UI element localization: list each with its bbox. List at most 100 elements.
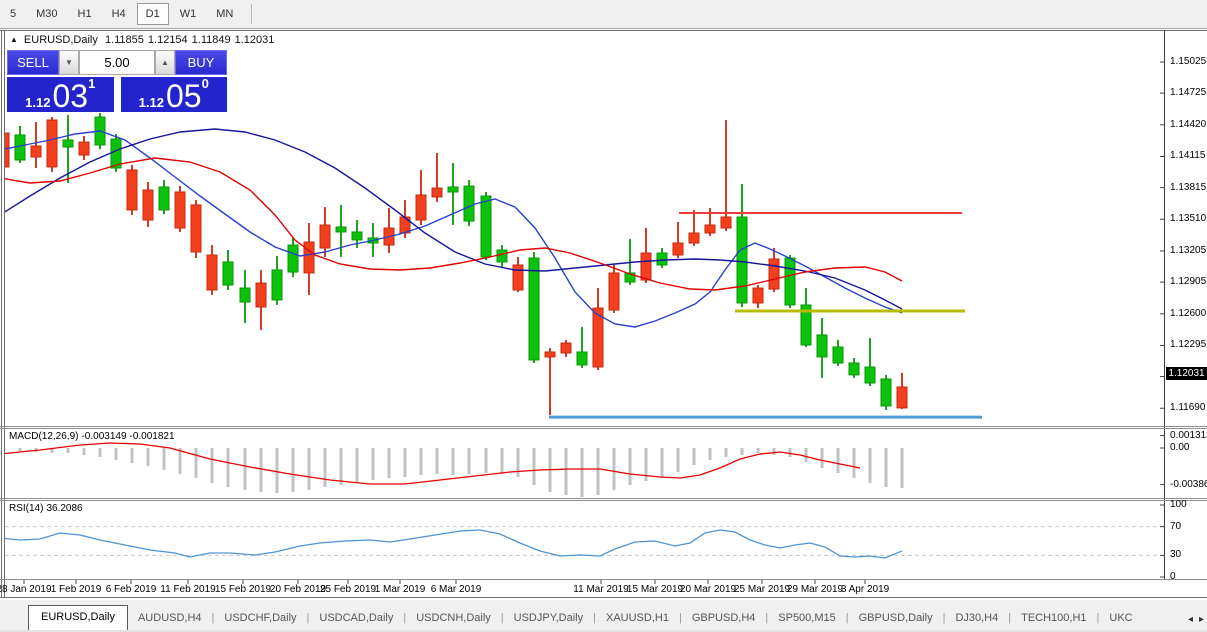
timeframe-button-h4[interactable]: H4 [103,3,135,25]
candle-body [640,252,652,281]
chart-ohlc-header: ▲ EURUSD,Daily 1.11855 1.12154 1.11849 1.120… [10,34,278,46]
sell-price-sup: 1 [88,76,96,91]
chart-symbol-label: EURUSD,Daily [23,34,98,46]
ma-navy-slow [5,128,903,310]
volume-increase-button[interactable]: ▲ [155,50,175,75]
macd-bar [387,448,391,478]
macd-bar [612,448,616,490]
macd-bar [451,448,455,475]
tab-gbpusd-daily[interactable]: GBPUSD,Daily [849,607,943,630]
main-plot[interactable] [0,112,982,419]
rsi-tick-label: 100 [1170,499,1187,510]
timeframe-button-w1[interactable]: W1 [171,3,206,25]
tab-scroll-buttons: ◂ ▸ [1182,614,1204,625]
macd-bar [836,448,840,473]
timeframe-button-m30[interactable]: M30 [27,3,66,25]
macd-bar [516,448,520,477]
tab-xauusd-h1[interactable]: XAUUSD,H1 [596,607,679,630]
date-label: 15 Feb 2019 [214,584,272,595]
tab-tech100-h1[interactable]: TECH100,H1 [1011,607,1096,630]
price-tick-label: 1.14420 [1170,118,1207,130]
macd-bar [18,448,22,452]
candle-body [126,169,138,211]
macd-bar [178,448,182,475]
candle-body [704,224,716,234]
buy-price-small: 1.12 [138,95,164,110]
candle-body [431,187,443,198]
sell-price-box[interactable]: 1.12 03 1 [7,77,114,112]
rsi-value: 36.2086 [46,503,83,514]
tab-scroll-right-icon[interactable]: ▸ [1199,614,1204,625]
macd-bar [852,448,856,478]
buy-button[interactable]: BUY [175,50,227,75]
ohlc-high: 1.12154 [147,34,188,46]
macd-bar [900,448,904,488]
date-label: 1 Feb 2019 [50,584,102,595]
price-tick-label: 1.11690 [1170,402,1206,414]
macd-bar [307,448,311,490]
tab-ukc[interactable]: UKC [1099,607,1142,630]
rsi-tick-label: 30 [1170,549,1182,561]
macd-bar [339,448,343,485]
buy-price-big: 05 [165,78,202,114]
macd-bar [660,448,664,478]
candle-body [784,257,796,306]
macd-bar [66,448,70,453]
macd-bar [130,448,134,463]
candle-body [271,269,283,301]
tab-eurusd-daily[interactable]: EURUSD,Daily [28,605,128,630]
volume-input[interactable] [79,50,155,75]
date-label: 25 Mar 2019 [733,584,791,595]
macd-bar [82,448,86,455]
candle-body [142,189,154,221]
price-tick-label: 1.14725 [1170,87,1207,99]
macd-bar [243,448,247,490]
timeframe-button-5[interactable]: 5 [1,3,25,25]
candle-body [512,264,524,291]
macd-bar [291,448,295,492]
buy-price-box[interactable]: 1.12 05 0 [120,77,227,114]
tab-audusd-h4[interactable]: AUDUSD,H4 [128,607,212,630]
macd-bar [435,448,439,475]
candle-body [62,139,74,148]
volume-decrease-button[interactable]: ▼ [59,50,79,75]
tab-scroll-left-icon[interactable]: ◂ [1188,614,1193,625]
macd-bar [371,448,375,480]
tab-sp500-m15[interactable]: SP500,M15 [768,607,845,630]
macd-name: MACD(12,26,9) [9,431,79,442]
current-price-tag: 1.12031 [1166,366,1207,380]
tab-usdjpy-daily[interactable]: USDJPY,Daily [504,607,594,630]
price-tick-label: 1.12905 [1170,276,1207,288]
collapse-arrow-icon[interactable]: ▲ [10,35,18,44]
macd-bar [467,448,471,475]
macd-bar [210,448,214,483]
candle-body [688,232,700,244]
macd-label: MACD(12,26,9) -0.003149 -0.001821 [9,431,178,442]
tab-usdchf-daily[interactable]: USDCHF,Daily [214,607,306,630]
macd-bar [194,448,198,478]
sell-button[interactable]: SELL [7,50,59,75]
macd-tick-label: 0.001313 [1170,429,1207,441]
macd-bar [500,448,504,475]
tab-dj30-h4[interactable]: DJ30,H4 [945,607,1008,630]
tab-gbpusd-h4[interactable]: GBPUSD,H4 [682,607,766,630]
toolbar-separator [251,4,254,24]
date-label: 6 Mar 2019 [430,584,482,595]
macd-value-1: -0.003149 [81,431,127,442]
trade-prices-row: 1.12 03 1 1.12 05 0 [7,77,227,112]
timeframe-button-h1[interactable]: H1 [69,3,101,25]
rsi-tick-label: 70 [1170,520,1182,532]
tab-usdcnh-daily[interactable]: USDCNH,Daily [406,607,501,630]
macd-bar [596,448,600,495]
macd-bar [403,448,407,477]
macd-bar [628,448,632,485]
candle-body [480,195,492,258]
timeframe-button-mn[interactable]: MN [207,3,242,25]
tab-usdcad-daily[interactable]: USDCAD,Daily [309,607,403,630]
timeframe-toolbar: 5 M30 H1 H4 D1 W1 MN [0,0,1207,29]
candle-body [255,282,267,308]
timeframe-button-d1[interactable]: D1 [136,3,169,25]
ma-blue-fast [5,130,903,328]
trade-controls-row: SELL ▼ ▲ BUY [7,50,227,75]
macd-bar [708,448,712,460]
